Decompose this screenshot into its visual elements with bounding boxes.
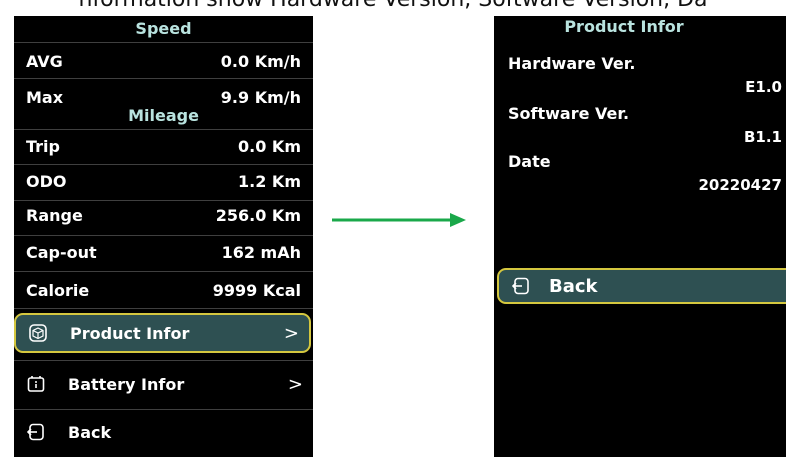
row-label: Cap-out	[26, 242, 97, 262]
divider	[14, 409, 313, 410]
date-value: 20220427	[698, 176, 783, 194]
avg-speed-row: AVG 0.0 Km/h	[14, 44, 313, 78]
menu-label: Battery Infor	[68, 374, 185, 394]
row-label: Max	[26, 87, 64, 107]
date-label: Date	[508, 152, 551, 171]
row-value: 9.9 Km/h	[220, 87, 301, 107]
battery-infor-menu-item[interactable]: Battery Infor >	[14, 364, 313, 404]
chevron-right-icon: >	[283, 322, 299, 344]
row-label: Range	[26, 205, 83, 225]
chevron-right-icon: >	[287, 373, 303, 395]
divider	[14, 271, 313, 272]
page-title: Product Infor	[564, 17, 684, 36]
mileage-heading: Mileage	[128, 106, 199, 125]
software-label: Software Ver.	[508, 104, 630, 123]
hardware-value: E1.0	[745, 78, 782, 96]
trip-row: Trip 0.0 Km	[14, 129, 313, 163]
divider	[14, 78, 313, 79]
row-value: 162 mAh	[221, 242, 301, 262]
row-value: 256.0 Km	[215, 205, 301, 225]
range-row: Range 256.0 Km	[14, 198, 313, 232]
info-box-icon	[26, 374, 46, 394]
menu-label: Product Infor	[70, 323, 190, 343]
divider	[14, 360, 313, 361]
row-value: 1.2 Km	[238, 171, 301, 191]
row-value: 0.0 Km/h	[220, 51, 301, 71]
product-infor-screen: Product Infor Hardware Ver. E1.0 Softwar…	[494, 16, 786, 457]
back-label: Back	[549, 275, 598, 297]
software-value: B1.1	[743, 128, 782, 146]
row-value: 0.0 Km	[238, 136, 301, 156]
row-label: ODO	[26, 171, 67, 191]
row-label: AVG	[26, 51, 63, 71]
speed-heading: Speed	[135, 19, 192, 38]
product-infor-menu-item[interactable]: Product Infor >	[14, 313, 311, 353]
odo-row: ODO 1.2 Km	[14, 164, 313, 198]
menu-label: Back	[68, 422, 112, 442]
exit-icon	[511, 276, 531, 296]
green-arrow-icon	[332, 213, 466, 227]
cube-icon	[28, 323, 48, 343]
row-value: 9999 Kcal	[212, 280, 301, 300]
divider	[14, 42, 313, 43]
row-label: Trip	[26, 136, 60, 156]
back-menu-item[interactable]: Back	[14, 412, 313, 452]
exit-icon	[26, 422, 46, 442]
back-button[interactable]: Back	[497, 268, 786, 304]
cap-out-row: Cap-out 162 mAh	[14, 235, 313, 269]
calorie-row: Calorie 9999 Kcal	[14, 273, 313, 307]
stats-screen: Speed AVG 0.0 Km/h Max 9.9 Km/h Mileage …	[14, 16, 313, 457]
caption-text: nformation show Hardware Version, Softwa…	[0, 0, 786, 14]
hardware-label: Hardware Ver.	[508, 54, 636, 73]
divider	[14, 308, 313, 309]
row-label: Calorie	[26, 280, 90, 300]
